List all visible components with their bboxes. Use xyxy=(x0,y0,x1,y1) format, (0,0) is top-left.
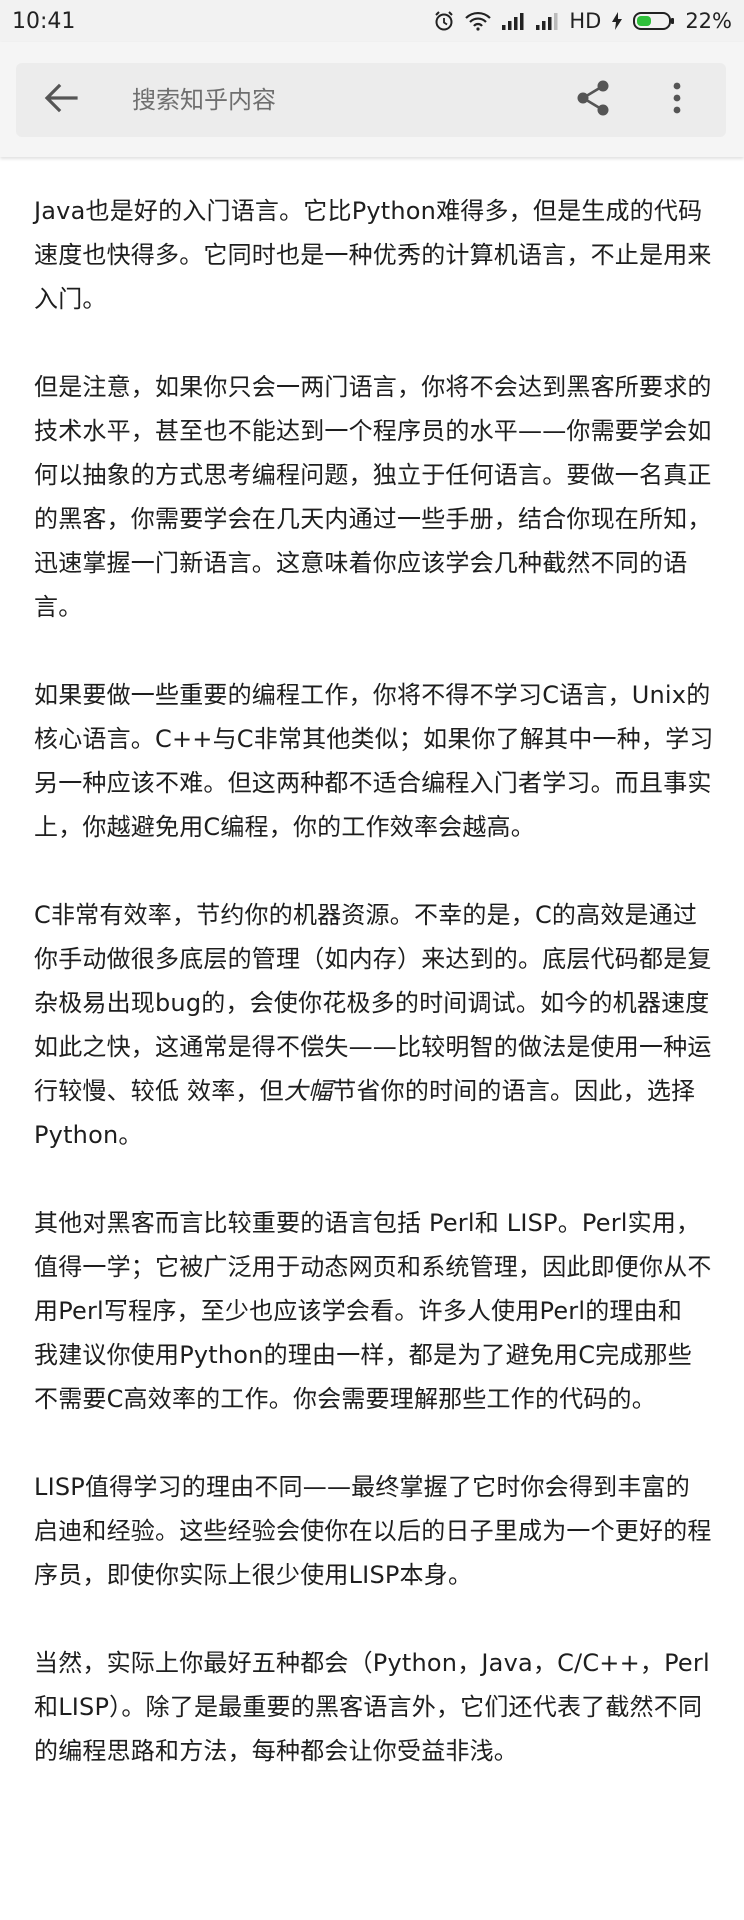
battery-percent: 22% xyxy=(685,9,732,33)
article-paragraph-6: LISP值得学习的理由不同——最终掌握了它时你会得到丰富的启迪和经验。这些经验会… xyxy=(34,1473,712,1589)
search-box[interactable]: 搜索知乎内容 xyxy=(16,63,726,137)
status-bar: 10:41 HD 22% xyxy=(0,0,744,42)
back-button[interactable] xyxy=(36,75,86,125)
wifi-icon xyxy=(465,11,492,31)
signal-icon-2 xyxy=(535,11,559,31)
content-top-spacer xyxy=(34,158,714,189)
signal-icon xyxy=(501,11,525,31)
status-icons: HD 22% xyxy=(433,9,732,33)
article-paragraph-7: 当然，实际上你最好五种都会（Python，Java，C/C++，Perl和LIS… xyxy=(34,1649,710,1765)
charging-icon xyxy=(611,11,623,31)
alarm-icon xyxy=(433,10,455,32)
article-paragraph-5: 其他对黑客而言比较重要的语言包括 Perl和 LISP。Perl实用，值得一学；… xyxy=(34,1209,712,1413)
article-paragraph-1: Java也是好的入门语言。它比Python难得多，但是生成的代码速度也快得多。它… xyxy=(34,197,712,313)
battery-icon xyxy=(633,11,675,31)
article-content: Java也是好的入门语言。它比Python难得多，但是生成的代码速度也快得多。它… xyxy=(0,158,744,1773)
share-button[interactable] xyxy=(568,75,618,125)
arrow-left-icon xyxy=(44,83,78,117)
more-vert-icon xyxy=(672,81,682,119)
article-paragraph-4: C非常有效率，节约你的机器资源。不幸的是，C的高效是通过你手动做很多底层的管理（… xyxy=(34,893,714,1157)
share-icon xyxy=(575,79,611,121)
network-type: HD xyxy=(569,9,602,33)
article-paragraph-2: 但是注意，如果你只会一两门语言，你将不会达到黑客所要求的技术水平，甚至也不能达到… xyxy=(34,373,712,621)
italic-emphasis: 大幅 xyxy=(283,1077,333,1105)
paragraph-text: C非常有效率，节约你的机器资源。不幸的是，C的高效是通过你手动做很多底层的管理（… xyxy=(34,901,712,1105)
status-time: 10:41 xyxy=(12,8,76,34)
app-bar: 搜索知乎内容 xyxy=(0,42,744,157)
article-paragraph-3: 如果要做一些重要的编程工作，你将不得不学习C语言，Unix的核心语言。C++与C… xyxy=(34,681,714,841)
search-input[interactable]: 搜索知乎内容 xyxy=(132,63,276,137)
more-button[interactable] xyxy=(652,75,702,125)
